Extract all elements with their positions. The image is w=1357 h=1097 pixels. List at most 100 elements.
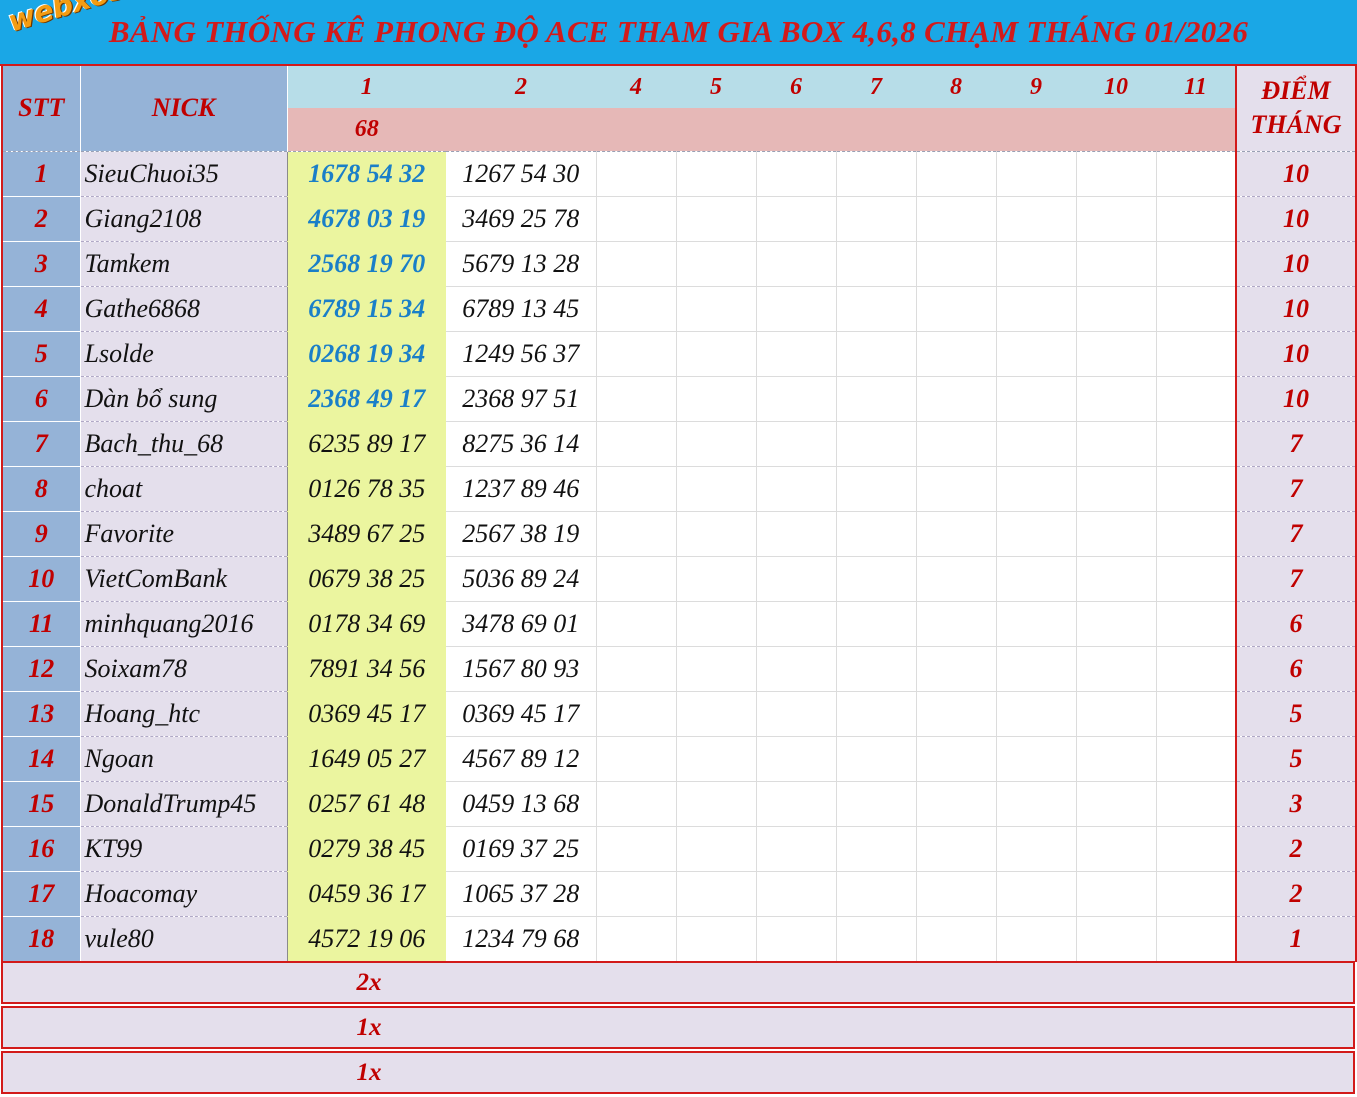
row-day1-numbers: 0126 78 35	[286, 466, 446, 512]
row-empty-day-cell	[916, 646, 997, 692]
row-empty-day-cell	[996, 421, 1077, 467]
row-stt: 7	[1, 421, 80, 467]
row-day2-numbers: 5036 89 24	[446, 556, 597, 602]
table-row: 8 choat 0126 78 35 1237 89 46 7	[1, 466, 1357, 512]
row-empty-day-cell	[596, 466, 677, 512]
header-day-2: 2	[446, 66, 596, 108]
row-day2-numbers: 0369 45 17	[446, 691, 597, 737]
row-empty-day-cell	[1156, 151, 1237, 197]
row-empty-day-cell	[836, 241, 917, 287]
row-empty-day-cell	[916, 421, 997, 467]
row-nick: Favorite	[79, 511, 287, 557]
row-empty-day-cell	[1076, 646, 1157, 692]
row-empty-day-cell	[1076, 511, 1157, 557]
row-empty-day-cell	[916, 601, 997, 647]
row-empty-day-cell	[996, 466, 1077, 512]
row-empty-day-cell	[756, 691, 837, 737]
row-nick: SieuChuoi35	[79, 151, 287, 197]
row-diem: 7	[1235, 556, 1357, 602]
row-day2-numbers: 1567 80 93	[446, 646, 597, 692]
row-diem: 2	[1235, 871, 1357, 917]
row-empty-day-cell	[996, 826, 1077, 872]
row-nick: Tamkem	[79, 241, 287, 287]
row-empty-day-cell	[916, 556, 997, 602]
row-empty-day-cell	[676, 601, 757, 647]
row-empty-day-cell	[676, 511, 757, 557]
row-empty-day-cell	[756, 781, 837, 827]
row-empty-day-cell	[916, 196, 997, 242]
row-empty-day-cell	[676, 871, 757, 917]
header-diem-line2: THÁNG	[1250, 110, 1342, 140]
row-empty-day-cell	[836, 466, 917, 512]
row-empty-day-cell	[1076, 196, 1157, 242]
row-stt: 15	[1, 781, 80, 827]
row-diem: 5	[1235, 736, 1357, 782]
row-day2-numbers: 1234 79 68	[446, 916, 597, 962]
row-day2-numbers: 3478 69 01	[446, 601, 597, 647]
row-day2-numbers: 1237 89 46	[446, 466, 597, 512]
row-empty-day-cell	[836, 646, 917, 692]
row-day1-numbers: 6789 15 34	[286, 286, 446, 332]
row-day2-numbers: 0459 13 68	[446, 781, 597, 827]
row-empty-day-cell	[1156, 826, 1237, 872]
row-day1-numbers: 4678 03 19	[286, 196, 446, 242]
row-empty-day-cell	[676, 241, 757, 287]
row-empty-day-cell	[996, 691, 1077, 737]
row-empty-day-cell	[916, 151, 997, 197]
header-diem-thang: ĐIỂM THÁNG	[1235, 66, 1357, 152]
row-day2-numbers: 5679 13 28	[446, 241, 597, 287]
table-row: 7 Bach_thu_68 6235 89 17 8275 36 14 7	[1, 421, 1357, 467]
row-empty-day-cell	[596, 916, 677, 962]
row-diem: 6	[1235, 646, 1357, 692]
row-stt: 9	[1, 511, 80, 557]
row-empty-day-cell	[756, 376, 837, 422]
row-nick: Soixam78	[79, 646, 287, 692]
row-empty-day-cell	[1156, 286, 1237, 332]
row-diem: 7	[1235, 421, 1357, 467]
row-day1-numbers: 6235 89 17	[286, 421, 446, 467]
table-row: 1 SieuChuoi35 1678 54 32 1267 54 30 10	[1, 151, 1357, 197]
row-day2-numbers: 1267 54 30	[446, 151, 597, 197]
row-empty-day-cell	[756, 556, 837, 602]
row-empty-day-cell	[1076, 736, 1157, 782]
row-stt: 17	[1, 871, 80, 917]
table-row: 10 VietComBank 0679 38 25 5036 89 24 7	[1, 556, 1357, 602]
table-row: 12 Soixam78 7891 34 56 1567 80 93 6	[1, 646, 1357, 692]
row-empty-day-cell	[676, 646, 757, 692]
row-empty-day-cell	[836, 781, 917, 827]
header-day-8: 8	[916, 66, 996, 108]
row-diem: 10	[1235, 286, 1357, 332]
row-empty-day-cell	[756, 826, 837, 872]
row-empty-day-cell	[916, 241, 997, 287]
header-day-6: 6	[756, 66, 836, 108]
row-empty-day-cell	[1156, 241, 1237, 287]
row-day2-numbers: 4567 89 12	[446, 736, 597, 782]
row-empty-day-cell	[1076, 781, 1157, 827]
row-empty-day-cell	[1156, 376, 1237, 422]
row-nick: vule80	[79, 916, 287, 962]
table-row: 18 vule80 4572 19 06 1234 79 68 1	[1, 916, 1357, 962]
row-empty-day-cell	[756, 241, 837, 287]
row-empty-day-cell	[996, 376, 1077, 422]
row-empty-day-cell	[596, 871, 677, 917]
row-empty-day-cell	[756, 421, 837, 467]
footer-row-1: 2x	[1, 961, 1355, 1004]
row-empty-day-cell	[996, 331, 1077, 377]
row-empty-day-cell	[1156, 196, 1237, 242]
table-row: 16 KT99 0279 38 45 0169 37 25 2	[1, 826, 1357, 872]
table-row: 17 Hoacomay 0459 36 17 1065 37 28 2	[1, 871, 1357, 917]
row-empty-day-cell	[596, 151, 677, 197]
row-nick: Hoang_htc	[79, 691, 287, 737]
table-row: 4 Gathe6868 6789 15 34 6789 13 45 10	[1, 286, 1357, 332]
footer-label-1: 2x	[356, 969, 382, 996]
row-diem: 3	[1235, 781, 1357, 827]
header-nick: NICK	[80, 66, 288, 152]
row-empty-day-cell	[1076, 421, 1157, 467]
row-day1-numbers: 0178 34 69	[286, 601, 446, 647]
row-empty-day-cell	[996, 736, 1077, 782]
row-empty-day-cell	[756, 196, 837, 242]
header-day-10: 10	[1076, 66, 1156, 108]
row-empty-day-cell	[1156, 691, 1237, 737]
row-empty-day-cell	[676, 556, 757, 602]
row-empty-day-cell	[996, 646, 1077, 692]
